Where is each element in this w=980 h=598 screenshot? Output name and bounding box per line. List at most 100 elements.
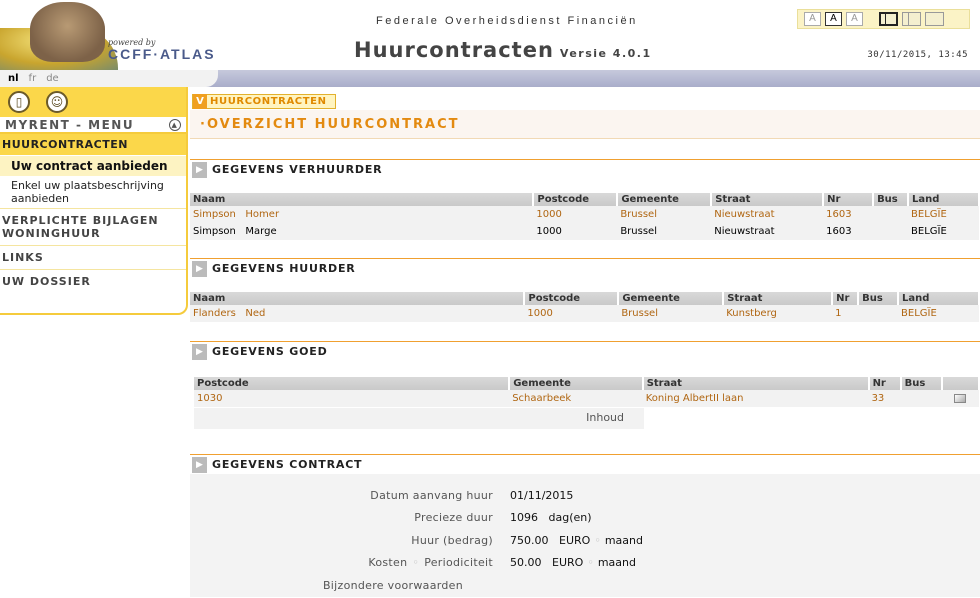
layout-wide-icon[interactable] [925,12,944,26]
separator: ◦ [412,556,420,570]
brand-name: CCFF·ATLAS [108,46,216,62]
table-cell: BELGÏE [908,223,979,240]
table-cell: BELGÏE [908,206,979,223]
separator: ◦ [587,556,594,570]
app-title: Huurcontracten Versie 4.0.1 [354,38,652,62]
edit-icon[interactable] [954,394,967,403]
sidebar-item-uw-dossier[interactable]: UW DOSSIER [0,269,186,293]
column-header: Straat [711,193,825,206]
column-header: Bus [873,193,910,206]
atlas-statue-image [30,2,105,62]
table-cell: Simpson Marge [190,223,534,240]
contract-row-conditions: Bijzondere voorwaarden [160,574,980,597]
display-controls: A A A [797,9,970,29]
ccff-atlas-logo: powered by CCFF·ATLAS [0,0,230,70]
costs-period: maand [597,556,636,570]
sidebar-item-links[interactable]: LINKS [0,245,186,269]
breadcrumb-item[interactable]: HUURCONTRACTEN [207,96,327,107]
current-datetime: 30/11/2015, 13:45 [867,50,968,60]
table-cell: 1000 [533,206,618,223]
table-cell [873,223,909,240]
contract-row-start: Datum aanvang huur 01/11/2015 [190,484,980,507]
table-header-row: Naam Postcode Gemeente Straat Nr Bus Lan… [190,292,980,305]
verhuurder-header[interactable]: ▶ GEGEVENS VERHUURDER [190,159,980,179]
app-title-text: Huurcontracten [354,38,554,62]
table-row[interactable]: Flanders Ned 1000 Brussel Kunstberg 1 BE… [190,305,979,322]
table-cell [900,390,942,407]
table-cell: Simpson Homer [190,206,534,223]
costs-label: Kosten ◦ Periodiciteit [190,556,493,569]
table-cell: 33 [868,390,901,407]
table-row[interactable]: Simpson Homer 1000 Brussel Nieuwstraat 1… [190,206,979,223]
sidebar-subitem-plaatsbeschrijving[interactable]: Enkel uw plaatsbeschrijving aanbieden [0,176,186,208]
table-cell [873,206,909,223]
column-header: Gemeente [509,377,644,390]
separator: ◦ [594,533,601,547]
sidebar-subitem-contract-aanbieden[interactable]: Uw contract aanbieden [0,156,186,176]
column-header: Straat [723,292,834,305]
table-cell [941,390,979,407]
rent-amount: 750.00 [510,533,549,547]
table-cell: 1603 [823,206,874,223]
column-header: Postcode [524,292,620,305]
sidebar-icon-bar: ▯ ☺ [0,87,186,117]
table-cell: 1603 [823,223,874,240]
user-profile-icon[interactable]: ☺ [46,91,68,113]
contract-header[interactable]: ▶ GEGEVENS CONTRACT [190,454,980,474]
sidebar-item-huurcontracten[interactable]: HUURCONTRACTEN [0,134,186,156]
column-header-empty [941,377,980,390]
table-cell: 1 [832,305,859,322]
logout-door-icon[interactable]: ▯ [8,91,30,113]
page-title: ·OVERZICHT HUURCONTRACT [190,110,980,139]
column-header: Land [898,292,980,305]
font-size-medium-button[interactable]: A [825,12,842,26]
column-header: Gemeente [618,292,725,305]
duration-number: 1096 [510,511,538,525]
column-header: Land [908,193,980,206]
font-size-small-button[interactable]: A [804,12,821,26]
rent-label: Huur (bedrag) [411,533,493,547]
duration-unit: dag(en) [548,511,592,525]
font-size-large-button[interactable]: A [846,12,863,26]
sidebar-item-verplichte-bijlagen[interactable]: VERPLICHTE BIJLAGEN WONINGHUUR [0,208,186,245]
table-cell: Brussel [617,206,712,223]
contract-row-rent: Huur (bedrag) 750.00 EURO ◦ maand [190,529,980,552]
costs-value: 50.00 EURO ◦ maand [493,556,636,569]
app-version: Versie 4.0.1 [559,47,652,60]
table-cell: Nieuwstraat [711,223,824,240]
costs-currency: EURO [552,556,584,570]
contract-details: Datum aanvang huur 01/11/2015 Precieze d… [190,474,980,597]
costs-amount: 50.00 [510,556,542,570]
column-header: Nr [823,193,875,206]
sidebar: ▯ ☺ MYRENT - MENU ▲ HUURCONTRACTEN Uw co… [0,87,188,315]
periodicity-label: Periodiciteit [424,556,493,570]
layout-medium-icon[interactable] [902,12,921,26]
collapse-menu-icon[interactable]: ▲ [169,119,181,131]
breadcrumb: V HUURCONTRACTEN [192,94,336,109]
lang-fr[interactable]: fr [29,73,37,84]
section-arrow-icon: ▶ [192,456,207,473]
column-header: Gemeente [617,193,713,206]
column-header: Postcode [533,193,619,206]
lang-nl[interactable]: nl [8,73,19,84]
huurder-table: Naam Postcode Gemeente Straat Nr Bus Lan… [190,292,980,322]
duration-label: Precieze duur [414,511,493,525]
main-content: V HUURCONTRACTEN ·OVERZICHT HUURCONTRACT… [190,87,980,598]
duration-value: 1096 dag(en) [493,511,592,524]
layout-narrow-icon[interactable] [879,12,898,26]
rent-currency: EURO [559,533,591,547]
lang-de[interactable]: de [46,73,59,84]
verhuurder-table: Naam Postcode Gemeente Straat Nr Bus Lan… [190,193,980,240]
column-header: Bus [858,292,900,305]
table-row[interactable]: 1030 Schaarbeek Koning AlbertII laan 33 [194,390,979,407]
goed-header[interactable]: ▶ GEGEVENS GOED [190,341,980,361]
column-header: Postcode [194,377,511,390]
table-cell: Koning AlbertII laan [642,390,869,407]
header: powered by CCFF·ATLAS Federale Overheids… [0,0,980,70]
table-cell [858,305,899,322]
huurder-header[interactable]: ▶ GEGEVENS HUURDER [190,258,980,278]
column-header: Nr [868,377,902,390]
column-header: Nr [832,292,860,305]
table-row[interactable]: Simpson Marge 1000 Brussel Nieuwstraat 1… [190,223,979,240]
start-date-label: Datum aanvang huur [370,488,493,502]
